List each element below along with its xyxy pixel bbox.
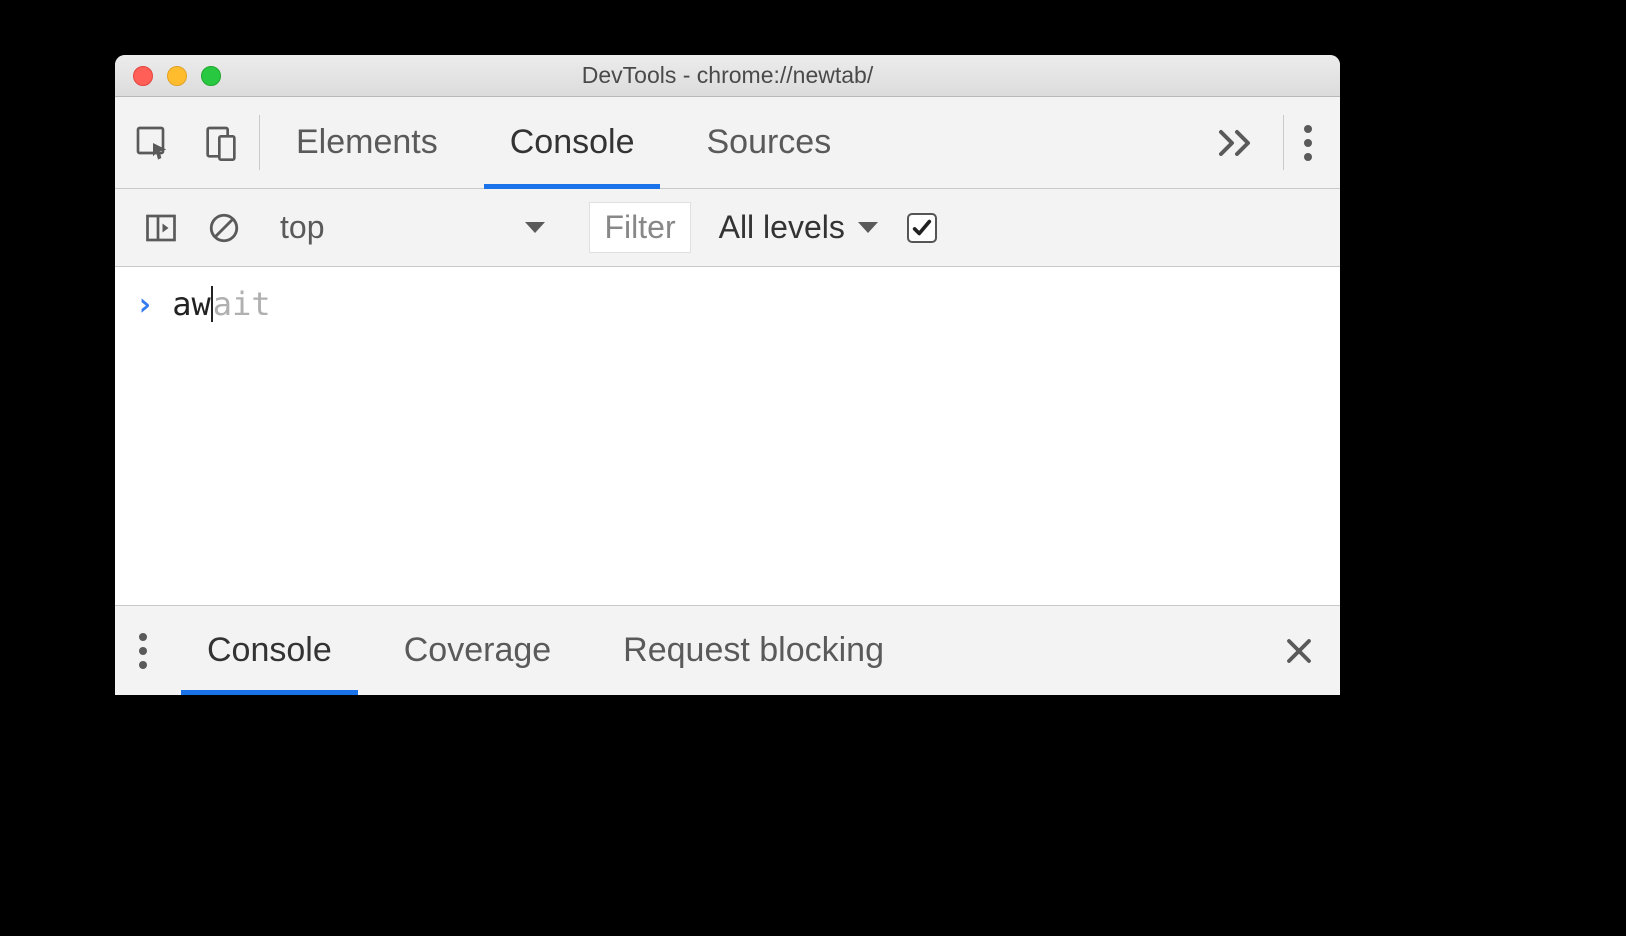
drawer-tab-request-blocking[interactable]: Request blocking [587,606,920,695]
kebab-icon [137,629,149,673]
checkmark-icon [911,217,933,239]
chevron-double-right-icon [1215,128,1255,158]
titlebar[interactable]: DevTools - chrome://newtab/ [115,55,1340,97]
context-label: top [280,209,324,246]
filter-input[interactable]: Filter [589,202,690,253]
drawer-tab-coverage[interactable]: Coverage [368,606,587,695]
overflow-menu-button[interactable] [1284,97,1340,188]
inspect-element-icon[interactable] [133,123,173,163]
kebab-icon [1302,121,1314,165]
tab-label: Elements [296,123,438,162]
inspect-tools [115,97,259,188]
group-similar-checkbox[interactable] [907,213,937,243]
tab-label: Coverage [404,631,551,670]
minimize-window-button[interactable] [167,66,187,86]
close-window-button[interactable] [133,66,153,86]
clear-icon [207,211,241,245]
typed-text: aw [172,285,211,323]
console-body[interactable]: › await [115,267,1340,605]
drawer-close-button[interactable] [1258,606,1340,695]
devtools-window: DevTools - chrome://newtab/ Elements Co [115,55,1340,695]
tab-label: Request blocking [623,631,884,670]
context-selector[interactable]: top [256,189,570,266]
prompt-caret-icon: › [135,285,154,323]
levels-label: All levels [719,209,845,246]
autocomplete-suggestion: ait [213,285,271,323]
drawer-tab-console[interactable]: Console [171,606,368,695]
tab-console[interactable]: Console [474,97,671,188]
dropdown-triangle-icon [857,221,879,235]
console-toolbar: top Filter All levels [115,189,1340,267]
maximize-window-button[interactable] [201,66,221,86]
traffic-lights [133,66,221,86]
tab-label: Console [510,123,635,162]
log-level-selector[interactable]: All levels [709,189,889,266]
sidebar-toggle-button[interactable] [129,189,193,266]
dropdown-triangle-icon [524,221,546,235]
window-title: DevTools - chrome://newtab/ [115,62,1340,89]
close-icon [1284,636,1314,666]
clear-console-button[interactable] [193,189,255,266]
main-tab-bar: Elements Console Sources [115,97,1340,189]
tab-label: Console [207,631,332,670]
drawer-menu-button[interactable] [115,606,171,695]
tab-sources[interactable]: Sources [670,97,867,188]
console-input-line[interactable]: await [172,285,270,326]
drawer: Console Coverage Request blocking [115,605,1340,695]
tab-label: Sources [706,123,831,162]
device-toggle-icon[interactable] [201,123,241,163]
tab-elements[interactable]: Elements [260,97,474,188]
filter-placeholder: Filter [604,209,675,245]
sidebar-toggle-icon [143,210,179,246]
more-tabs-button[interactable] [1187,97,1283,188]
